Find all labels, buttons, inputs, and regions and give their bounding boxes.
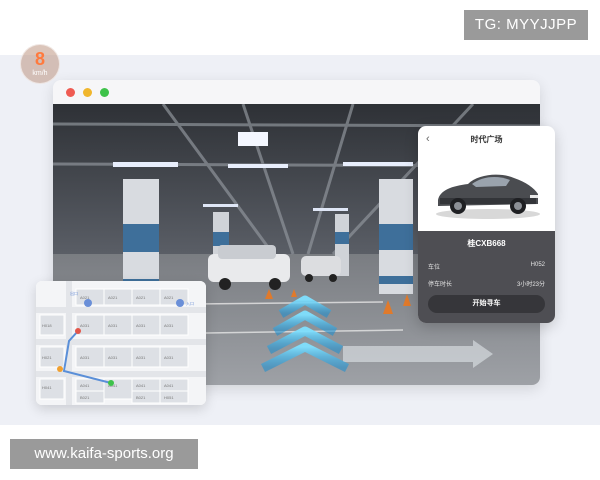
exit-label: 出口 xyxy=(70,290,78,296)
entrance-label: 入口 xyxy=(186,301,194,306)
parking-info-card: 桂CXB668 车位 H052 停车时长 3小时23分 开始寻车 xyxy=(418,231,555,323)
tg-badge: TG: MYYJJPP xyxy=(464,10,588,40)
slot-label: A031 xyxy=(80,323,90,328)
speed-value: 8 xyxy=(34,49,45,69)
destination-pin-icon xyxy=(108,380,114,386)
slot-label: A021 xyxy=(136,295,146,300)
close-window-button[interactable] xyxy=(66,88,75,97)
slot-label: A021 xyxy=(108,295,118,300)
minimize-window-button[interactable] xyxy=(83,88,92,97)
map-canvas: A021 A021 A021 A021 H018 A031 A031 A031 … xyxy=(36,281,206,405)
slot-label: A041 xyxy=(164,383,174,388)
slot-label: A031 xyxy=(108,323,118,328)
parking-map: A021 A021 A021 A021 H018 A031 A031 A031 … xyxy=(36,281,206,405)
exit-marker-icon xyxy=(84,299,92,307)
info-value: H052 xyxy=(530,262,545,268)
slot-label: A041 xyxy=(80,383,90,388)
info-value: 3小时23分 xyxy=(516,282,545,288)
slot-label: H041 xyxy=(42,385,52,390)
panel-title: 时代广场 xyxy=(470,135,503,144)
slot-label: A031 xyxy=(164,355,174,360)
start-search-button[interactable]: 开始寻车 xyxy=(428,295,545,313)
slot-label: H021 xyxy=(42,355,52,360)
speedometer: 8 km/h xyxy=(20,44,60,84)
site-watermark: www.kaifa-sports.org xyxy=(10,439,198,469)
slot-label: A031 xyxy=(136,323,146,328)
car-image xyxy=(430,162,545,222)
maximize-window-button[interactable] xyxy=(100,88,109,97)
info-row-duration: 停车时长 3小时23分 xyxy=(428,279,545,288)
slot-label: A021 xyxy=(164,295,174,300)
info-label: 停车时长 xyxy=(428,282,453,288)
slot-label: A041 xyxy=(136,383,146,388)
slot-label: A031 xyxy=(108,355,118,360)
slot-label: B021 xyxy=(136,395,146,400)
slot-label: H018 xyxy=(42,323,52,328)
info-row-slot: 车位 H052 xyxy=(428,262,545,271)
slot-label: A031 xyxy=(164,323,174,328)
current-position-icon xyxy=(57,366,63,372)
entrance-marker-icon xyxy=(176,299,184,307)
window-titlebar xyxy=(53,80,540,104)
info-label: 车位 xyxy=(428,265,441,271)
vehicle-info-panel: ‹ 时代广场 桂CXB668 车位 H052 停车时长 3小时23分 开始寻车 xyxy=(418,126,555,323)
slot-label: A031 xyxy=(80,355,90,360)
slot-label: H051 xyxy=(164,395,174,400)
car-location-pin-icon xyxy=(75,328,81,334)
slot-label: B021 xyxy=(80,395,90,400)
plate-number: 桂CXB668 xyxy=(467,239,506,248)
speed-unit: km/h xyxy=(32,70,48,77)
slot-label: A031 xyxy=(136,355,146,360)
